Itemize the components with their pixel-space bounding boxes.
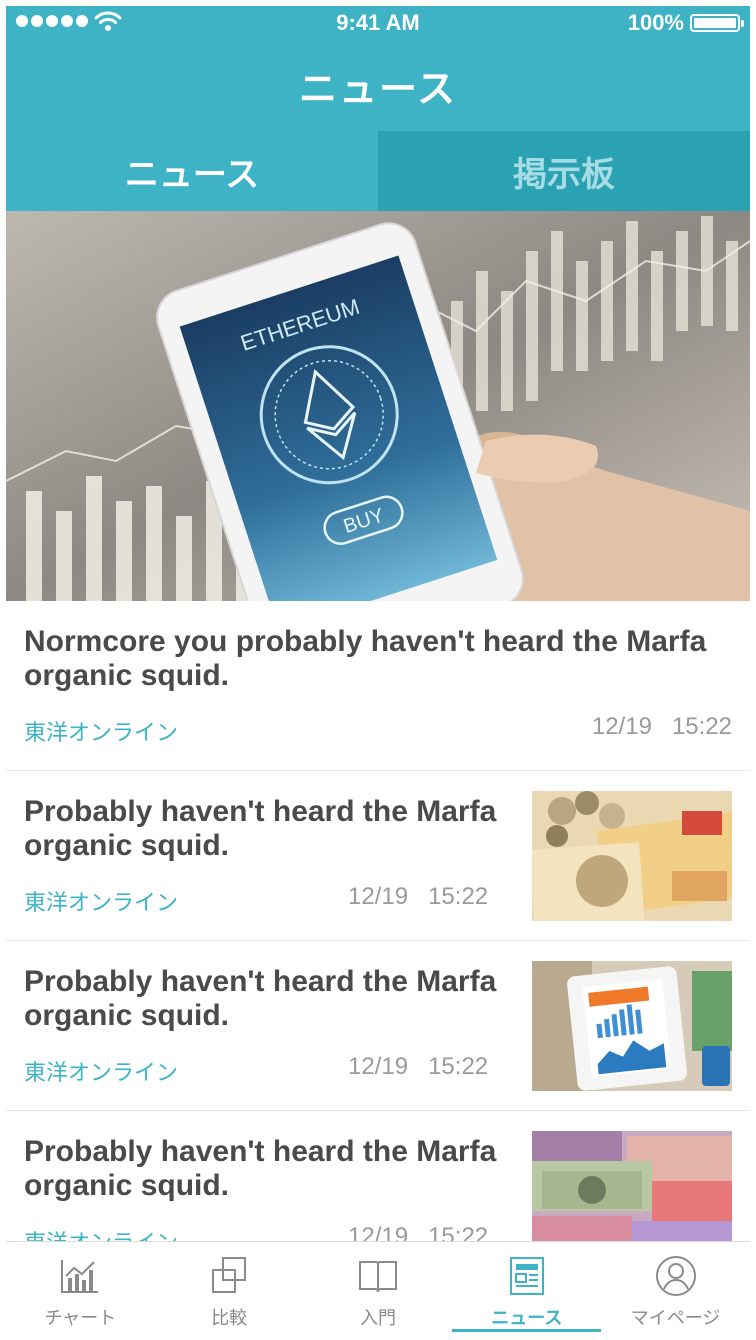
tabbar-item-news[interactable]: ニュース (452, 1242, 601, 1334)
compare-icon (212, 1257, 247, 1293)
article-time: 15:22 (428, 883, 489, 910)
list-item[interactable]: Probably haven't heard the Marfa organic… (6, 771, 750, 941)
page-title: ニュース (298, 67, 458, 111)
battery-percent: 100% (627, 10, 684, 35)
featured-source: 東洋オンライン (24, 721, 179, 746)
tabbar-label: マイページ (630, 1308, 721, 1329)
book-icon (358, 1261, 397, 1293)
top-bar: 9:41 AM 100% ニュース ニュース 掲示板 (6, 6, 750, 211)
tab-news[interactable]: ニュース (6, 131, 378, 211)
bottom-tab-bar: チャート 比較 入門 ニュース マイページ (6, 1241, 750, 1334)
featured-title: Normcore you probably haven't heard the … (24, 625, 707, 692)
app-screen: 9:41 AM 100% ニュース ニュース 掲示板 ETHEREUM BUY … (6, 6, 750, 1334)
tabbar-label: ニュース (491, 1308, 563, 1329)
list-item[interactable]: Probably haven't heard the Marfa organic… (6, 941, 750, 1111)
tabbar-label: チャート (44, 1308, 117, 1329)
tabbar-item-chart[interactable]: チャート (6, 1242, 155, 1334)
article-time: 15:22 (428, 1053, 489, 1080)
featured-datetime: 12/19 15:22 (592, 713, 732, 741)
chart-icon (61, 1260, 99, 1293)
article-thumbnail[interactable] (532, 961, 732, 1091)
tabbar-item-guide[interactable]: 入門 (304, 1242, 453, 1334)
status-bar: 9:41 AM 100% (6, 6, 750, 40)
article-title: Probably haven't heard the Marfa organic… (24, 1135, 497, 1202)
article-title: Probably haven't heard the Marfa organic… (24, 965, 497, 1032)
tab-board[interactable]: 掲示板 (378, 131, 750, 211)
battery-icon (690, 14, 744, 32)
article-date: 12/19 (348, 1053, 409, 1080)
article-source: 東洋オンライン (24, 1061, 179, 1086)
article-datetime: 12/19 15:22 (348, 1053, 488, 1081)
user-icon (655, 1256, 696, 1296)
featured-date: 12/19 (591, 713, 652, 740)
hero-image[interactable]: ETHEREUM BUY (6, 211, 750, 601)
tabbar-label: 比較 (211, 1308, 248, 1329)
article-datetime: 12/19 15:22 (348, 883, 488, 911)
segment-tabs: ニュース 掲示板 (6, 131, 750, 211)
tabbar-item-mypage[interactable]: マイページ (601, 1242, 750, 1334)
tabbar-label: 入門 (359, 1308, 396, 1329)
article-thumbnail[interactable] (532, 791, 732, 921)
article-title: Probably haven't heard the Marfa organic… (24, 795, 497, 862)
article-source: 東洋オンライン (24, 891, 179, 916)
tabbar-item-compare[interactable]: 比較 (155, 1242, 304, 1334)
article-date: 12/19 (348, 883, 409, 910)
featured-article[interactable]: Normcore you probably haven't heard the … (6, 601, 750, 771)
featured-time: 15:22 (671, 713, 732, 740)
news-icon (509, 1257, 544, 1295)
